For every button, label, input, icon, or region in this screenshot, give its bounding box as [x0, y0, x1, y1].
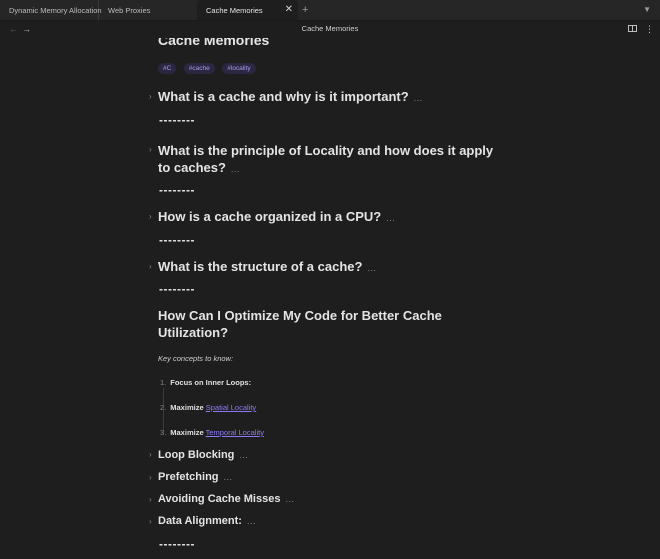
note-content: Cache Memories #C #cache #locality › Wha… — [0, 38, 660, 559]
heading-text: What is a cache and why is it important? — [158, 89, 409, 104]
list-item-text: Focus on Inner Loops: — [170, 378, 252, 387]
view-title: Cache Memories — [301, 24, 359, 33]
tab-label: Dynamic Memory Allocation — [9, 6, 102, 15]
note-title: Cache Memories — [158, 38, 270, 48]
list-number: 1. — [160, 378, 167, 387]
heading-text: Loop Blocking — [158, 449, 235, 461]
collapsed-indicator[interactable]: ... — [367, 263, 376, 273]
collapsed-indicator[interactable]: ... — [414, 93, 423, 103]
book-open-icon[interactable] — [628, 25, 637, 32]
heading-cache-structure[interactable]: What is the structure of a cache?... — [158, 258, 508, 277]
more-options-icon[interactable]: ⋮ — [645, 20, 654, 38]
horizontal-rule: -------- — [159, 233, 195, 247]
horizontal-rule: -------- — [159, 537, 195, 551]
fold-chevron-icon[interactable]: › — [149, 473, 152, 482]
horizontal-rule: -------- — [159, 113, 195, 127]
tab-label: Web Proxies — [108, 6, 151, 15]
heading-optimize-code[interactable]: How Can I Optimize My Code for Better Ca… — [158, 307, 468, 341]
heading-text: What is the principle of Locality and ho… — [158, 143, 494, 175]
heading-cache-organization[interactable]: How is a cache organized in a CPU?... — [158, 208, 508, 227]
internal-link[interactable]: Spatial Locality — [206, 403, 256, 412]
list-item: 2. Maximize Spatial Locality — [160, 403, 256, 412]
fold-chevron-icon[interactable]: › — [149, 495, 152, 504]
collapsed-indicator[interactable]: ... — [224, 472, 233, 482]
collapsed-indicator[interactable]: ... — [231, 164, 240, 174]
fold-chevron-icon[interactable]: › — [149, 92, 152, 101]
list-item-text: Maximize — [170, 428, 204, 437]
tag[interactable]: #cache — [183, 63, 215, 74]
collapsed-indicator[interactable]: ... — [285, 494, 294, 504]
fold-chevron-icon[interactable]: › — [149, 517, 152, 526]
list-number: 2. — [160, 403, 167, 412]
tab-bar: Dynamic Memory Allocation Web Proxies Ca… — [0, 0, 660, 21]
tab-web-proxies[interactable]: Web Proxies — [99, 0, 199, 20]
subheading-prefetching[interactable]: Prefetching... — [158, 469, 508, 486]
list-item: 1. Focus on Inner Loops: — [160, 378, 251, 387]
list-item: 3. Maximize Temporal Locality — [160, 428, 264, 437]
close-icon[interactable]: ✕ — [285, 0, 293, 20]
heading-text: Data Alignment: — [158, 515, 242, 527]
internal-link[interactable]: Temporal Locality — [206, 428, 264, 437]
tab-label: Cache Memories — [206, 6, 263, 15]
collapsed-indicator[interactable]: ... — [239, 450, 248, 460]
tab-dynamic-memory-allocation[interactable]: Dynamic Memory Allocation — [0, 0, 102, 20]
collapsed-indicator[interactable]: ... — [247, 516, 256, 526]
list-number: 3. — [160, 428, 167, 437]
view-header: ← → Cache Memories ⋮ — [0, 20, 660, 38]
horizontal-rule: -------- — [159, 183, 195, 197]
heading-text: How is a cache organized in a CPU? — [158, 209, 382, 224]
subheading-data-alignment[interactable]: Data Alignment:... — [158, 513, 508, 530]
heading-locality[interactable]: What is the principle of Locality and ho… — [158, 142, 508, 178]
fold-chevron-icon[interactable]: › — [149, 212, 152, 221]
fold-chevron-icon[interactable]: › — [149, 145, 152, 154]
tag[interactable]: #C — [158, 63, 177, 74]
heading-cache-importance[interactable]: What is a cache and why is it important?… — [158, 88, 508, 107]
heading-text: Avoiding Cache Misses — [158, 493, 281, 505]
chevron-down-icon[interactable]: ▼ — [643, 0, 651, 20]
tag-list: #C #cache #locality — [158, 57, 259, 75]
fold-chevron-icon[interactable]: › — [149, 450, 152, 459]
horizontal-rule: -------- — [159, 282, 195, 296]
fold-chevron-icon[interactable]: › — [149, 262, 152, 271]
tag[interactable]: #locality — [222, 63, 256, 74]
subheading-avoiding-cache-misses[interactable]: Avoiding Cache Misses... — [158, 491, 508, 508]
tab-cache-memories[interactable]: Cache Memories ✕ — [197, 0, 298, 20]
collapsed-indicator[interactable]: ... — [386, 213, 395, 223]
list-item-text: Maximize — [170, 403, 204, 412]
heading-text: Prefetching — [158, 471, 219, 483]
subheading-loop-blocking[interactable]: Loop Blocking... — [158, 447, 508, 464]
intro-text: Key concepts to know: — [158, 354, 234, 363]
new-tab-button[interactable]: + — [302, 0, 308, 20]
heading-text: What is the structure of a cache? — [158, 259, 363, 274]
